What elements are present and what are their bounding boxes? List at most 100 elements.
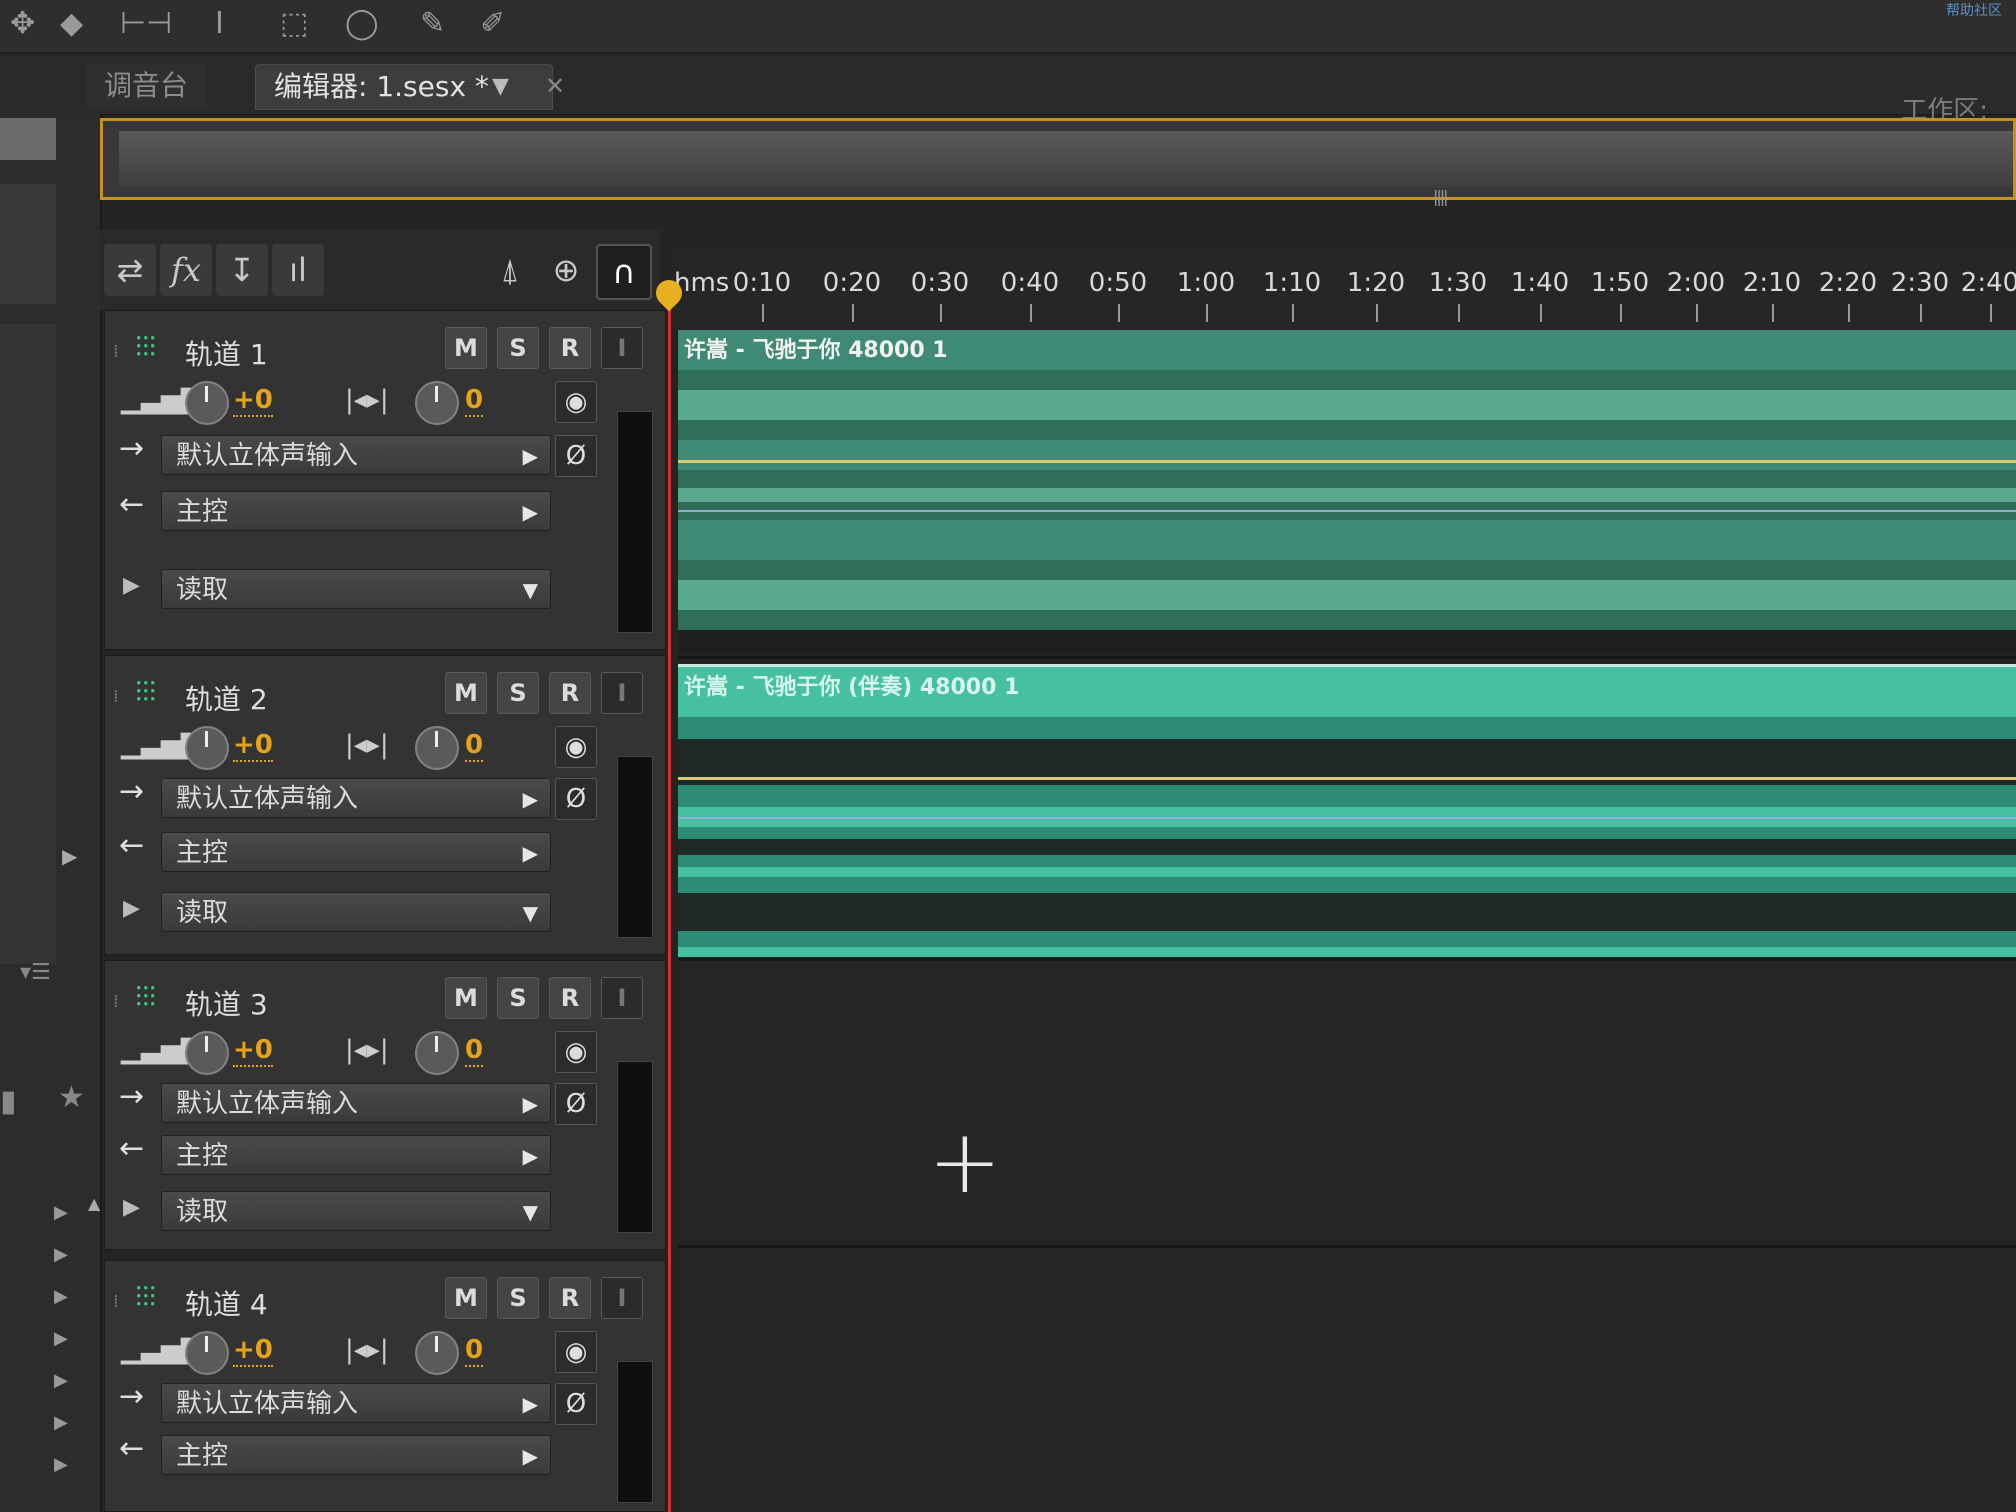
pan-knob[interactable]	[415, 1031, 459, 1075]
drag-grip-icon[interactable]: ⁞	[113, 686, 119, 707]
automation-mode-select[interactable]: 读取 ▼	[161, 1191, 551, 1231]
overview-viewport[interactable]	[119, 131, 2013, 187]
stereo-icon[interactable]: ◉	[555, 1031, 597, 1073]
volume-knob[interactable]	[185, 726, 229, 770]
list-item-arrow-icon[interactable]: ▶	[54, 1454, 68, 1475]
list-item-arrow-icon[interactable]: ▶	[54, 1202, 68, 1223]
pan-value[interactable]: 0	[465, 730, 484, 762]
input-select[interactable]: 默认立体声输入 ▶	[161, 1383, 551, 1423]
track-name[interactable]: 轨道 2	[185, 678, 268, 718]
pan-knob[interactable]	[415, 1331, 459, 1375]
record-arm-button[interactable]: R	[549, 1277, 591, 1319]
drag-grip-icon[interactable]: ⁞	[113, 991, 119, 1012]
pan-envelope[interactable]	[678, 817, 2016, 819]
input-select[interactable]: 默认立体声输入 ▶	[161, 778, 551, 818]
text-cursor-icon[interactable]: I	[215, 6, 224, 41]
output-select[interactable]: 主控 ▶	[161, 832, 551, 872]
input-monitor-button[interactable]: I	[601, 977, 643, 1019]
volume-knob[interactable]	[185, 1031, 229, 1075]
stereo-icon[interactable]: ◉	[555, 726, 597, 768]
track-name[interactable]: 轨道 1	[185, 333, 268, 373]
fx-icon[interactable]: fx	[160, 244, 212, 296]
loop-icon[interactable]: ⊕	[540, 244, 592, 296]
pan-knob[interactable]	[415, 726, 459, 770]
help-community-link[interactable]: 帮助社区	[1946, 0, 2002, 20]
expand-automation-icon[interactable]: ▶	[123, 896, 140, 921]
expand-automation-icon[interactable]: ▶	[123, 1195, 140, 1220]
spot-heal-icon[interactable]: ✐	[480, 6, 505, 41]
list-item-arrow-icon[interactable]: ▶	[54, 1370, 68, 1391]
time-ruler[interactable]: hms 0:10 0:20 0:30 0:40 0:50 1:00 1:10 1…	[672, 250, 2016, 330]
expand-automation-icon[interactable]: ▶	[123, 573, 140, 598]
scroll-up-icon[interactable]: ▲	[88, 1194, 100, 1213]
panel-item[interactable]	[0, 184, 56, 304]
pan-knob[interactable]	[415, 381, 459, 425]
output-select[interactable]: 主控 ▶	[161, 491, 551, 531]
swap-icon[interactable]: ⇄	[104, 244, 156, 296]
volume-envelope[interactable]	[678, 777, 2016, 780]
razor-icon[interactable]: ◆	[60, 6, 83, 41]
drag-grip-icon[interactable]: ⁞	[113, 341, 119, 362]
input-monitor-button[interactable]: I	[601, 672, 643, 714]
session-overview[interactable]: ||||	[100, 118, 2016, 206]
star-icon[interactable]: ★	[58, 1080, 85, 1115]
close-icon[interactable]: ✕	[545, 72, 565, 100]
send-icon[interactable]: ↧	[216, 244, 268, 296]
time-select-icon[interactable]: ⊢⊣	[120, 6, 172, 41]
polarity-icon[interactable]: Ø	[555, 435, 597, 477]
delete-icon[interactable]: ▮	[0, 1084, 17, 1119]
volume-knob[interactable]	[185, 1331, 229, 1375]
polarity-icon[interactable]: Ø	[555, 778, 597, 820]
mute-button[interactable]: M	[445, 1277, 487, 1319]
volume-envelope[interactable]	[678, 460, 2016, 463]
solo-button[interactable]: S	[497, 327, 539, 369]
grip-icon[interactable]: ||||	[1433, 187, 1449, 206]
input-select[interactable]: 默认立体声输入 ▶	[161, 1083, 551, 1123]
file-list-area[interactable]	[0, 324, 56, 964]
list-item-arrow-icon[interactable]: ▶	[54, 1328, 68, 1349]
list-menu-icon[interactable]: ▾☰	[20, 960, 51, 985]
tab-mixer[interactable]: 调音台	[86, 64, 207, 108]
volume-value[interactable]: +0	[233, 1035, 273, 1067]
pan-value[interactable]: 0	[465, 1035, 484, 1067]
record-arm-button[interactable]: R	[549, 672, 591, 714]
record-arm-button[interactable]: R	[549, 977, 591, 1019]
brush-icon[interactable]: ✎	[420, 6, 445, 41]
input-monitor-button[interactable]: I	[601, 1277, 643, 1319]
output-select[interactable]: 主控 ▶	[161, 1135, 551, 1175]
list-item-arrow-icon[interactable]: ▶	[54, 1412, 68, 1433]
lasso-icon[interactable]: ◯	[345, 6, 379, 41]
stereo-icon[interactable]: ◉	[555, 1331, 597, 1373]
solo-button[interactable]: S	[497, 1277, 539, 1319]
input-select[interactable]: 默认立体声输入 ▶	[161, 435, 551, 475]
stereo-icon[interactable]: ◉	[555, 381, 597, 423]
chevron-down-icon[interactable]: ▼	[492, 74, 509, 99]
track-name[interactable]: 轨道 4	[185, 1283, 268, 1323]
playhead[interactable]	[668, 290, 671, 1512]
automation-mode-select[interactable]: 读取 ▼	[161, 569, 551, 609]
input-monitor-button[interactable]: I	[601, 327, 643, 369]
audio-clip[interactable]: 许嵩 - 飞驰于你 48000 1	[678, 330, 2016, 655]
metronome-icon[interactable]: ⍋	[484, 244, 536, 296]
move-icon[interactable]: ✥	[10, 6, 35, 41]
polarity-icon[interactable]: Ø	[555, 1383, 597, 1425]
track-lanes[interactable]: 许嵩 - 飞驰于你 48000 1 许嵩 - 飞驰于你 (伴奏) 48000 1…	[678, 330, 2016, 1512]
volume-value[interactable]: +0	[233, 1335, 273, 1367]
track-name[interactable]: 轨道 3	[185, 983, 268, 1023]
eq-icon[interactable]: ıl	[272, 244, 324, 296]
mute-button[interactable]: M	[445, 672, 487, 714]
pan-envelope[interactable]	[678, 510, 2016, 512]
solo-button[interactable]: S	[497, 672, 539, 714]
volume-value[interactable]: +0	[233, 730, 273, 762]
audio-clip[interactable]: 许嵩 - 飞驰于你 (伴奏) 48000 1	[678, 664, 2016, 957]
list-item-arrow-icon[interactable]: ▶	[54, 1244, 68, 1265]
automation-mode-select[interactable]: 读取 ▼	[161, 892, 551, 932]
expand-arrow-icon[interactable]: ▶	[62, 844, 77, 868]
mute-button[interactable]: M	[445, 327, 487, 369]
polarity-icon[interactable]: Ø	[555, 1083, 597, 1125]
pan-value[interactable]: 0	[465, 1335, 484, 1367]
mute-button[interactable]: M	[445, 977, 487, 1019]
volume-value[interactable]: +0	[233, 385, 273, 417]
snap-magnet-icon[interactable]: ∩	[596, 244, 652, 300]
solo-button[interactable]: S	[497, 977, 539, 1019]
